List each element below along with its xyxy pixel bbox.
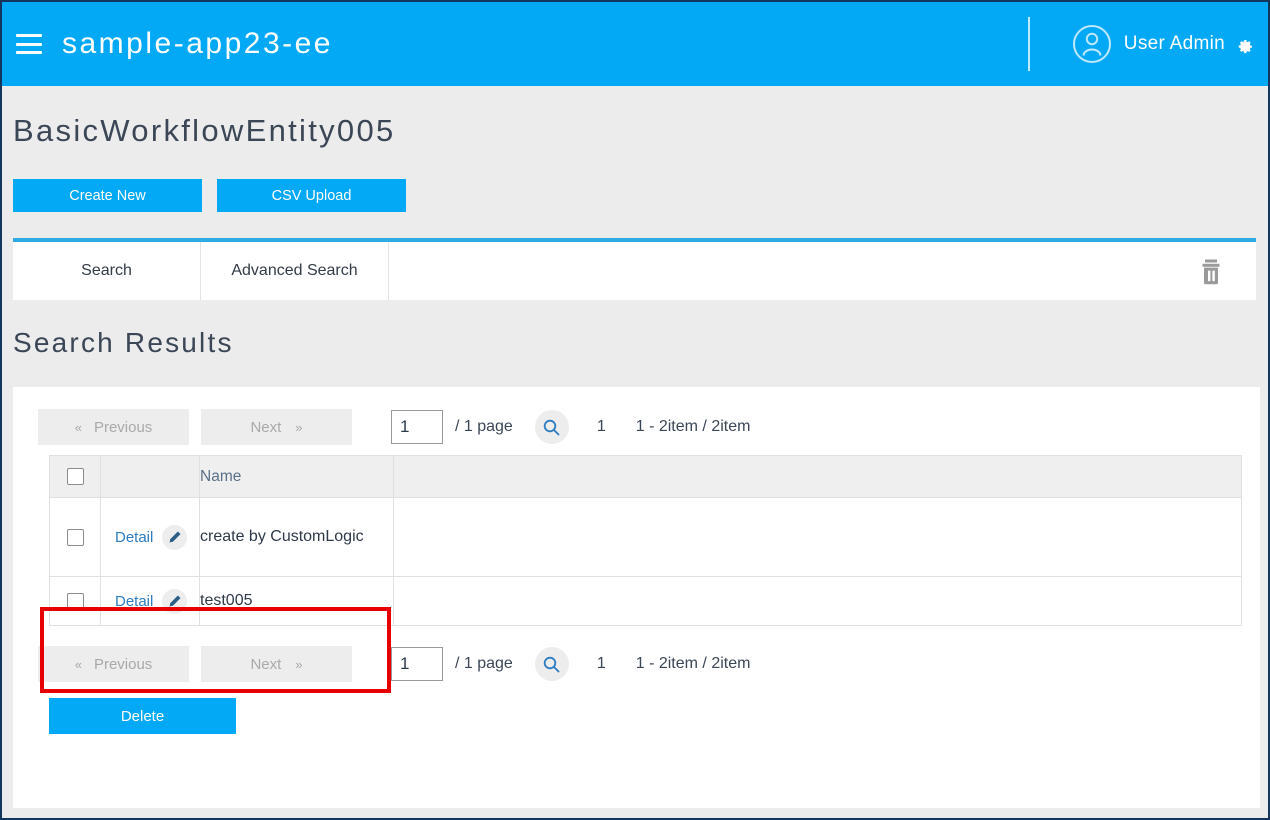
next-chevron-icon: » [295, 656, 303, 672]
row-checkbox[interactable] [66, 528, 84, 546]
table-row[interactable]: Detail create by CustomLogic [49, 497, 1242, 577]
header-detail [100, 455, 200, 498]
tab-bar-spacer [389, 242, 1256, 300]
row-extra-cell [393, 576, 1242, 626]
csv-upload-button[interactable]: CSV Upload [217, 179, 406, 212]
gear-icon[interactable] [1235, 35, 1254, 54]
item-range-label-top: 1 - 2item / 2item [635, 418, 751, 435]
pencil-glyph-icon [169, 531, 181, 542]
app-header-right: User Admin [1027, 2, 1268, 86]
page-body: BasicWorkflowEntity005 Create New CSV Up… [2, 86, 1268, 818]
page-number-input-top[interactable] [391, 410, 443, 444]
row-checkbox[interactable] [66, 592, 84, 610]
pagination-top: « Previous Next » / 1 page 1 1 - 2item /… [38, 399, 1260, 455]
delete-button[interactable]: Delete [49, 698, 236, 734]
page-total-label-top: / 1 page [455, 418, 513, 435]
pencil-icon[interactable] [162, 524, 188, 550]
table-row[interactable]: Detail test005 [49, 576, 1242, 626]
pencil-icon[interactable] [162, 588, 188, 614]
page-go-search-button-bottom[interactable] [534, 647, 569, 681]
magnifier-icon [544, 419, 560, 435]
results-table-wrapper: Name Detail create by CustomLogic Detail… [49, 455, 1242, 626]
entity-action-buttons: Create New CSV Upload [13, 179, 406, 212]
previous-label: Previous [93, 418, 153, 436]
detail-link[interactable]: Detail [115, 529, 153, 546]
page-number-input-bottom[interactable] [391, 647, 443, 681]
app-header-bar: sample-app23-ee User Admin [2, 2, 1268, 86]
row-name-cell: test005 [199, 576, 394, 626]
next-label: Next [250, 655, 282, 673]
page-total-label-bottom: / 1 page [455, 655, 513, 672]
create-new-button[interactable]: Create New [13, 179, 202, 212]
previous-page-button-bottom[interactable]: « Previous [38, 646, 189, 682]
page-go-search-button-top[interactable] [534, 410, 569, 444]
page-title: BasicWorkflowEntity005 [13, 113, 396, 148]
select-all-checkbox[interactable] [66, 468, 84, 485]
app-window: sample-app23-ee User Admin BasicWorkflow… [0, 0, 1270, 820]
results-table: Name Detail create by CustomLogic Detail… [49, 455, 1242, 626]
current-page-indicator-top: 1 [596, 418, 606, 435]
header-name: Name [199, 455, 394, 498]
item-range-label-bottom: 1 - 2item / 2item [635, 655, 751, 672]
trash-icon[interactable] [1198, 257, 1224, 285]
header-extra [393, 455, 1242, 498]
row-select-cell [49, 497, 101, 577]
next-page-button-bottom[interactable]: Next » [201, 646, 352, 682]
app-title: sample-app23-ee [62, 27, 333, 60]
row-select-cell [49, 576, 101, 626]
pagination-bottom: « Previous Next » / 1 page 1 1 - 2item /… [38, 636, 1260, 692]
header-select-all [49, 455, 101, 498]
row-extra-cell [393, 497, 1242, 577]
search-results-panel: « Previous Next » / 1 page 1 1 - 2item /… [13, 387, 1260, 808]
hamburger-menu-icon[interactable] [16, 34, 42, 54]
previous-chevron-icon: « [74, 656, 82, 672]
tab-search[interactable]: Search [13, 242, 201, 300]
detail-link[interactable]: Detail [115, 593, 153, 610]
pencil-glyph-icon [169, 595, 181, 606]
current-page-indicator-bottom: 1 [596, 655, 606, 672]
row-name-cell: create by CustomLogic [199, 497, 394, 577]
search-results-heading: Search Results [13, 327, 234, 358]
previous-label: Previous [93, 655, 153, 673]
next-chevron-icon: » [295, 419, 303, 435]
user-avatar-icon [1072, 25, 1111, 63]
next-page-button-top[interactable]: Next » [201, 409, 352, 445]
table-header-row: Name [49, 455, 1242, 498]
magnifier-icon [544, 656, 560, 672]
search-tab-panel: Search Advanced Search [13, 238, 1256, 300]
tab-advanced-search[interactable]: Advanced Search [201, 242, 389, 300]
previous-chevron-icon: « [74, 419, 82, 435]
previous-page-button-top[interactable]: « Previous [38, 409, 189, 445]
next-label: Next [250, 418, 282, 436]
user-name-label: User Admin [1123, 33, 1225, 54]
row-detail-cell: Detail [100, 576, 200, 626]
row-detail-cell: Detail [100, 497, 200, 577]
header-divider [1027, 17, 1030, 71]
